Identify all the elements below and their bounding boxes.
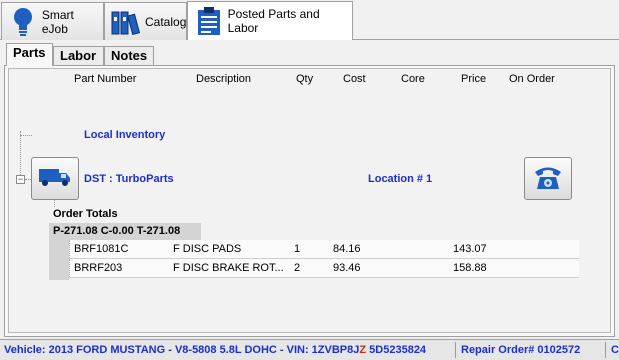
status-bar: Vehicle: 2013 FORD MUSTANG - V8-5808 5.8… — [0, 339, 619, 360]
collapse-toggle[interactable]: − — [16, 175, 25, 184]
tab-notes[interactable]: Notes — [104, 46, 154, 65]
tab-catalog[interactable]: Catalog — [104, 2, 187, 40]
order-totals-summary: P-271.08 C-0.00 T-271.08 — [49, 223, 201, 240]
delivery-truck-button[interactable] — [31, 157, 79, 200]
tab-smart-ejob[interactable]: Smart eJob — [1, 2, 104, 40]
tab-parts-label: Parts — [13, 45, 46, 60]
status-divider — [605, 342, 606, 358]
call-vendor-button[interactable] — [524, 157, 572, 200]
column-header-description[interactable]: Description — [196, 73, 251, 85]
tree-connector — [20, 135, 32, 136]
column-header-on-order[interactable]: On Order — [509, 73, 555, 85]
tab-smart-ejob-label: Smart eJob — [41, 7, 74, 36]
binders-icon — [111, 7, 141, 37]
vin-remainder: 5D5235824 — [366, 344, 427, 356]
tab-labor-label: Labor — [60, 48, 97, 63]
column-header-core[interactable]: Core — [401, 73, 425, 85]
description-cell: F DISC BRAKE ROT... — [173, 262, 284, 274]
part-number-cell: BRF1081C — [74, 243, 129, 255]
tab-parts[interactable]: Parts — [6, 43, 53, 66]
vehicle-info: Vehicle: 2013 FORD MUSTANG - V8-5808 5.8… — [4, 344, 426, 356]
clipboard-icon — [194, 6, 224, 36]
qty-cell: 2 — [294, 262, 301, 274]
truck-icon — [38, 166, 72, 191]
description-cell: F DISC PADS — [173, 243, 242, 255]
tab-notes-label: Notes — [111, 48, 148, 63]
order-totals-label: Order Totals — [53, 208, 118, 220]
cost-cell: 84.16 — [333, 243, 361, 255]
tab-posted-parts-and-labor[interactable]: Posted Parts and Labor — [187, 1, 353, 40]
tree-connector — [20, 131, 21, 179]
vehicle-info-text: Vehicle: 2013 FORD MUSTANG - V8-5808 5.8… — [4, 344, 360, 356]
price-cell: 158.88 — [453, 262, 487, 274]
column-header-price[interactable]: Price — [461, 73, 486, 85]
lightbulb-icon — [8, 7, 38, 37]
tree-node-vendor[interactable]: DST : TurboParts — [84, 173, 174, 185]
part-number-cell: BRRF203 — [74, 262, 123, 274]
tab-catalog-label: Catalog — [145, 14, 187, 29]
status-trailing: C — [611, 344, 619, 356]
column-header-qty[interactable]: Qty — [296, 73, 313, 85]
top-tab-bar: Smart eJob Catalog Posted Parts and Labo… — [0, 0, 619, 40]
tab-posted-parts-and-labor-label: Posted Parts and Labor — [227, 7, 320, 35]
repair-order-number: Repair Order# 0102572 — [461, 344, 581, 356]
main-area: Parts Labor Notes Part Number Descriptio… — [4, 43, 615, 339]
telephone-icon — [533, 163, 563, 194]
tree-node-local-inventory[interactable]: Local Inventory — [84, 129, 165, 141]
price-cell: 143.07 — [453, 243, 487, 255]
status-divider — [455, 342, 456, 358]
row-header-strip — [49, 240, 69, 280]
parts-tree-view[interactable]: Part Number Description Qty Cost Core Pr… — [8, 68, 611, 333]
table-row[interactable]: BRF1081C F DISC PADS 1 84.16 143.07 — [69, 240, 579, 259]
table-row[interactable]: BRRF203 F DISC BRAKE ROT... 2 93.46 158.… — [69, 259, 579, 278]
vendor-location: Location # 1 — [368, 173, 433, 185]
column-header-part-number[interactable]: Part Number — [74, 73, 136, 85]
column-header-cost[interactable]: Cost — [343, 73, 366, 85]
qty-cell: 1 — [294, 243, 301, 255]
cost-cell: 93.46 — [333, 262, 361, 274]
tab-labor[interactable]: Labor — [53, 46, 104, 65]
parts-panel: Part Number Description Qty Cost Core Pr… — [4, 65, 615, 337]
